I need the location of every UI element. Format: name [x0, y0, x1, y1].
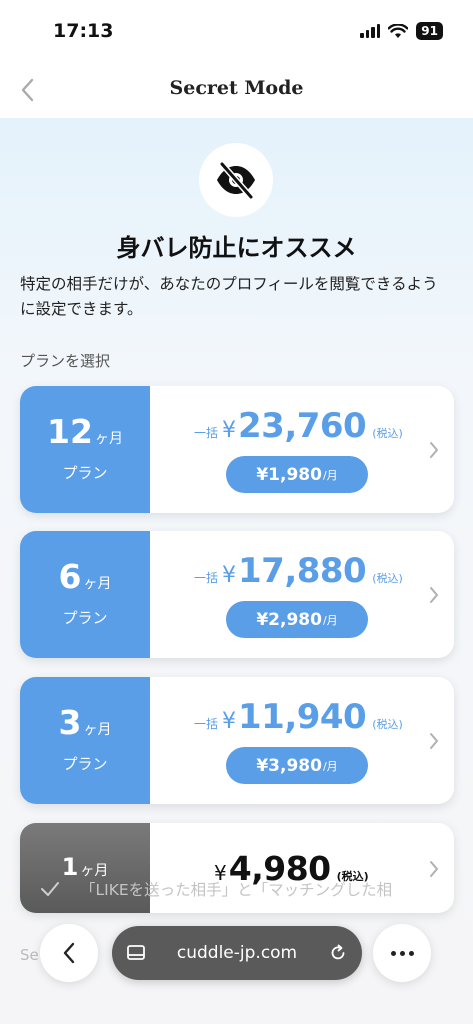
plan-months: 12 — [47, 412, 93, 451]
status-icons: 91 — [360, 22, 443, 40]
tax-included-label: (税込) — [372, 572, 403, 585]
monthly-price-badge: ¥2,980/月 — [226, 601, 368, 638]
reload-icon[interactable] — [328, 943, 348, 963]
per-month-label: /月 — [322, 613, 338, 627]
total-price: 17,880 — [238, 551, 367, 591]
plan-label: プラン — [62, 609, 108, 627]
address-bar[interactable]: cuddle-jp.com — [112, 926, 362, 980]
price-line: 一括 ¥ 17,880 (税込) — [194, 551, 403, 591]
monthly-price: ¥1,980 — [256, 464, 322, 485]
tax-included-label: (税込) — [372, 718, 403, 731]
monthly-price-badge: ¥1,980/月 — [226, 456, 368, 493]
chevron-right-icon — [430, 733, 438, 749]
chevron-right-icon — [430, 861, 438, 877]
plan-label: プラン — [62, 464, 108, 482]
wifi-icon — [388, 23, 409, 38]
feature-text: 「LIKEを送った相手」と「マッチングした相 — [80, 881, 393, 899]
plan-months: 3 — [58, 703, 82, 742]
plan-price-panel: 一括 ¥ 11,940 (税込) ¥3,980/月 — [150, 677, 454, 804]
plan-price-panel: 一括 ¥ 23,760 (税込) ¥1,980/月 — [150, 386, 454, 513]
faded-section-heading: Se — [20, 946, 39, 964]
tax-included-label: (税込) — [372, 427, 403, 440]
per-month-label: /月 — [322, 468, 338, 482]
hero-icon-circle — [199, 143, 273, 217]
status-bar: 17:13 91 — [0, 0, 473, 62]
plan-card-12-months[interactable]: 12 ヶ月 プラン 一括 ¥ 23,760 (税込) ¥1,980/月 — [20, 386, 454, 513]
plan-duration-panel: 6 ヶ月 プラン — [20, 531, 150, 658]
lump-sum-label: 一括 — [194, 717, 219, 731]
status-time: 17:13 — [53, 20, 114, 42]
monthly-price-badge: ¥3,980/月 — [226, 747, 368, 784]
tabs-icon — [127, 945, 145, 960]
monthly-price: ¥2,980 — [256, 609, 322, 630]
more-dots-icon — [390, 950, 396, 956]
headline: 身バレ防止にオススメ — [116, 234, 357, 262]
browser-back-button[interactable] — [40, 924, 98, 982]
plan-months-unit: ヶ月 — [83, 722, 112, 738]
currency-symbol: ¥ — [222, 563, 237, 588]
plan-duration-panel: 3 ヶ月 プラン — [20, 677, 150, 804]
feature-list-item: 「LIKEを送った相手」と「マッチングした相 — [40, 878, 392, 900]
chevron-right-icon — [430, 587, 438, 603]
price-line: 一括 ¥ 11,940 (税込) — [194, 697, 403, 737]
url-text: cuddle-jp.com — [176, 943, 298, 963]
per-month-label: /月 — [322, 759, 338, 773]
more-options-button[interactable] — [373, 924, 431, 982]
plan-price-panel: 一括 ¥ 17,880 (税込) ¥2,980/月 — [150, 531, 454, 658]
monthly-price: ¥3,980 — [256, 755, 322, 776]
plan-label: プラン — [62, 755, 108, 773]
battery-indicator: 91 — [416, 22, 443, 40]
cellular-signal-icon — [360, 24, 381, 38]
description: 特定の相手だけが、あなたのプロフィールを閲覧できるように設定できます。 — [20, 275, 438, 318]
plan-card-3-months[interactable]: 3 ヶ月 プラン 一括 ¥ 11,940 (税込) ¥3,980/月 — [20, 677, 454, 804]
eye-slash-icon — [217, 161, 255, 200]
plan-months-unit: ヶ月 — [80, 863, 109, 879]
nav-bar: Secret Mode — [0, 62, 473, 118]
total-price: 11,940 — [238, 697, 367, 737]
lump-sum-label: 一括 — [194, 571, 219, 585]
section-label: プランを選択 — [20, 352, 111, 370]
plan-card-6-months[interactable]: 6 ヶ月 プラン 一括 ¥ 17,880 (税込) ¥2,980/月 — [20, 531, 454, 658]
page-title: Secret Mode — [169, 77, 304, 99]
plan-months: 6 — [58, 557, 82, 596]
plan-duration-panel: 12 ヶ月 プラン — [20, 386, 150, 513]
plan-months: 1 — [61, 853, 79, 881]
chevron-left-icon — [63, 942, 75, 964]
total-price: 23,760 — [238, 406, 367, 446]
plan-months-unit: ヶ月 — [94, 431, 123, 447]
price-line: 一括 ¥ 23,760 (税込) — [194, 406, 403, 446]
currency-symbol: ¥ — [222, 709, 237, 734]
currency-symbol: ¥ — [222, 418, 237, 443]
checkmark-icon — [41, 882, 59, 896]
plan-months-unit: ヶ月 — [83, 576, 112, 592]
chevron-right-icon — [430, 442, 438, 458]
lump-sum-label: 一括 — [194, 426, 219, 440]
